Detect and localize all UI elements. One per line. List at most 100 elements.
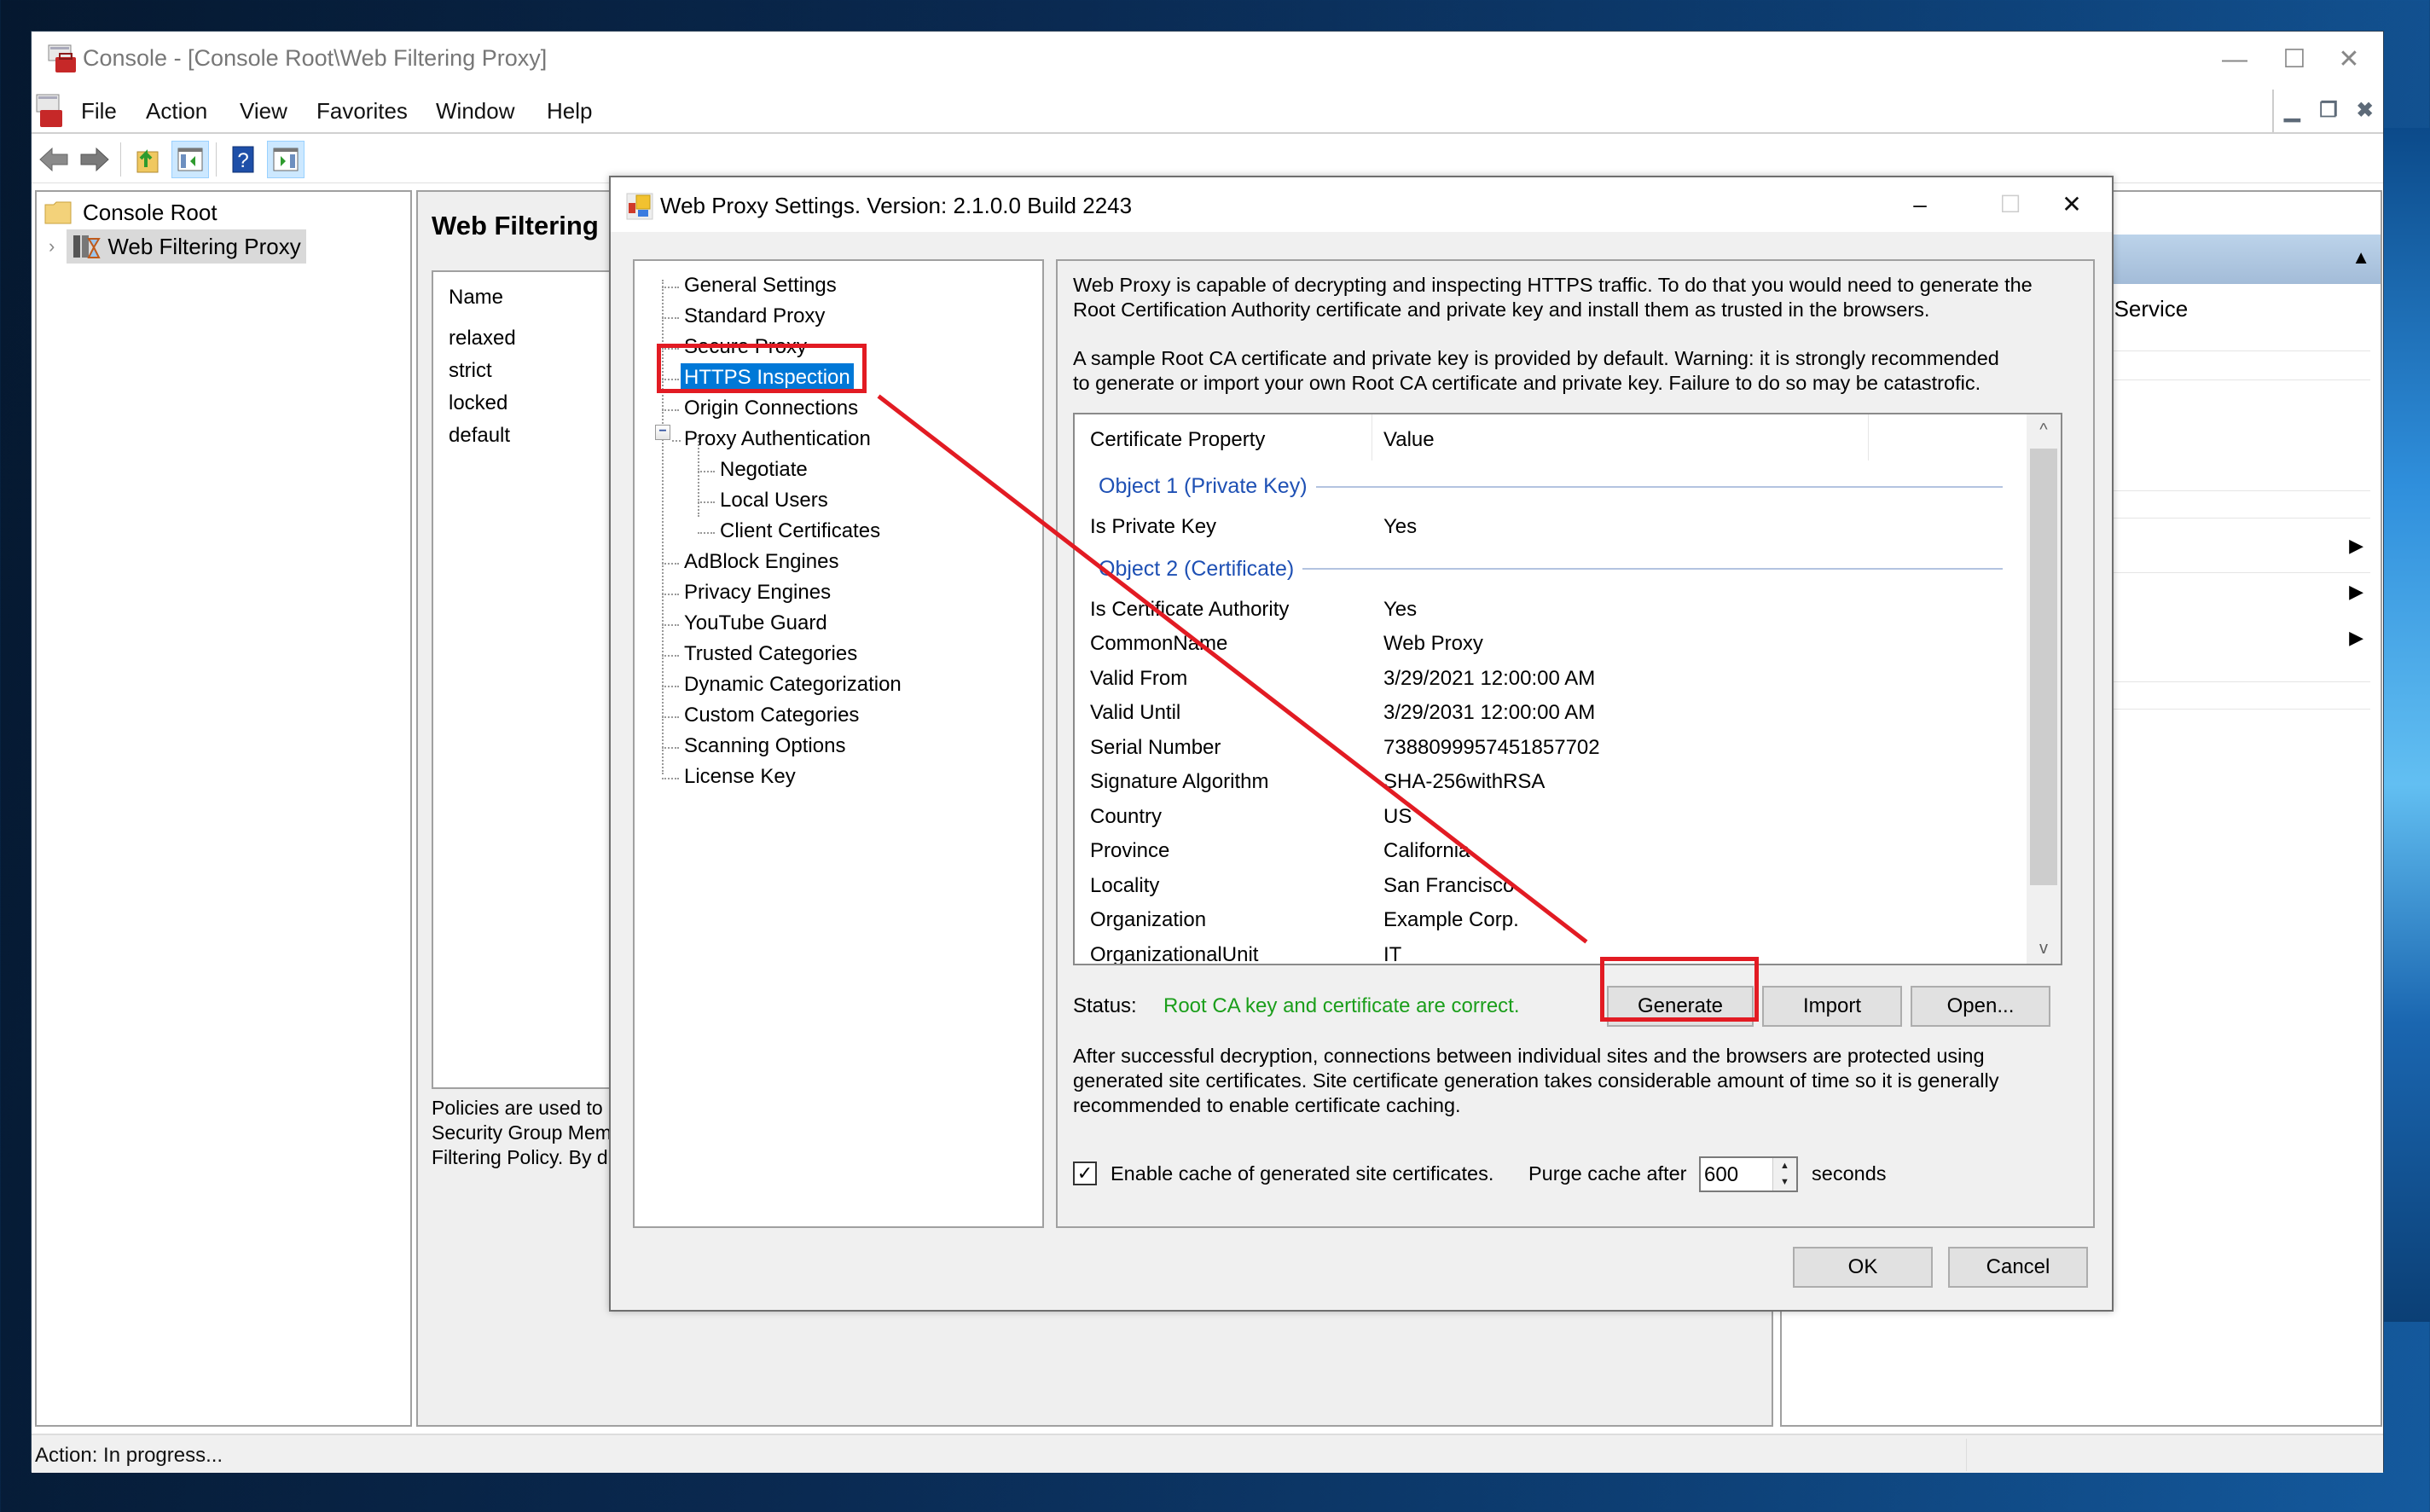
nav-item-youtube-guard[interactable]: YouTube Guard (681, 609, 831, 638)
nav-item-general-settings[interactable]: General Settings (681, 271, 840, 300)
column-header-value[interactable]: Value (1383, 428, 1435, 452)
property-cell: Country (1090, 804, 1163, 828)
nav-item-license-key[interactable]: License Key (681, 762, 799, 791)
minimize-button[interactable]: — (2201, 38, 2269, 81)
nav-item-secure-proxy[interactable]: Secure Proxy (681, 333, 810, 362)
dialog-minimize-button[interactable]: – (1890, 184, 1950, 225)
spin-down-icon[interactable]: ▼ (1772, 1174, 1796, 1190)
certificate-list-scrollbar[interactable]: ^ v (2027, 414, 2061, 964)
menu-view[interactable]: View (240, 98, 287, 125)
intro-text: Web Proxy is capable of decrypting and i… (1073, 273, 2033, 322)
action-item[interactable]: ly (2082, 325, 2430, 351)
value-cell: US (1383, 804, 1412, 828)
tree-item-console-root[interactable]: Console Root (43, 195, 217, 229)
enable-cache-label[interactable]: Enable cache of generated site certifica… (1111, 1162, 1493, 1186)
scroll-up-icon[interactable]: ^ (2027, 414, 2061, 445)
column-header-property[interactable]: Certificate Property (1090, 428, 1265, 452)
ok-button[interactable]: OK (1793, 1247, 1933, 1288)
menu-favorites[interactable]: Favorites (316, 98, 408, 125)
cancel-button[interactable]: Cancel (1948, 1247, 2088, 1288)
purge-seconds-input[interactable] (1704, 1162, 1769, 1189)
menu-help[interactable]: Help (547, 98, 592, 125)
mdi-restore-button[interactable]: ❐ (2311, 90, 2347, 132)
console-menu-icon[interactable] (35, 93, 66, 129)
policy-row[interactable]: default (449, 424, 510, 448)
nav-item-adblock-engines[interactable]: AdBlock Engines (681, 547, 842, 576)
dialog-title-bar: Web Proxy Settings. Version: 2.1.0.0 Bui… (611, 177, 2112, 232)
collapse-up-icon[interactable]: ▲ (2352, 246, 2370, 269)
mdi-minimize-button[interactable]: ▁ (2274, 90, 2311, 132)
tree-connector (698, 532, 715, 534)
certificate-properties-list[interactable]: Certificate Property Value Object 1 (Pri… (1073, 413, 2062, 965)
policy-row[interactable]: strict (449, 359, 492, 383)
nav-item-dynamic-categorization[interactable]: Dynamic Categorization (681, 670, 905, 699)
property-cell: Organization (1090, 908, 1207, 931)
value-cell: 7388099957451857702 (1383, 735, 1600, 759)
nav-item-origin-connections[interactable]: Origin Connections (681, 394, 861, 423)
help-button[interactable]: ? (224, 141, 262, 178)
nav-item-scanning-options[interactable]: Scanning Options (681, 732, 849, 761)
dialog-close-button[interactable]: ✕ (2042, 184, 2102, 225)
server-hourglass-icon (73, 235, 101, 258)
cache-line: After successful decryption, connections… (1073, 1045, 1985, 1067)
up-one-level-button[interactable] (129, 141, 166, 178)
scrollbar-thumb[interactable] (2030, 449, 2057, 885)
cache-description: After successful decryption, connections… (1073, 1044, 1999, 1118)
menu-window[interactable]: Window (436, 98, 514, 125)
show-hide-action-pane-button[interactable] (267, 141, 304, 178)
back-icon (39, 147, 68, 172)
nav-item-custom-categories[interactable]: Custom Categories (681, 701, 862, 730)
nav-item-privacy-engines[interactable]: Privacy Engines (681, 578, 834, 607)
property-cell: Serial Number (1090, 735, 1221, 759)
nav-item-client-certificates[interactable]: Client Certificates (716, 517, 884, 546)
action-restart-service[interactable]: art Service (2082, 296, 2430, 322)
generate-button[interactable]: Generate (1607, 986, 1754, 1027)
forward-button[interactable] (76, 141, 113, 178)
value-cell: IT (1383, 942, 1402, 965)
tree-connector (662, 686, 679, 687)
value-cell: SHA-256withRSA (1383, 770, 1546, 793)
nav-item-proxy-authentication[interactable]: Proxy Authentication (681, 425, 874, 454)
property-cell: Province (1090, 839, 1170, 862)
submenu-arrow-icon[interactable]: ▶ (2349, 535, 2363, 557)
submenu-arrow-icon[interactable]: ▶ (2349, 627, 2363, 649)
tree-connector (662, 379, 679, 380)
chevron-right-icon[interactable]: › (49, 235, 55, 258)
back-button[interactable] (35, 141, 72, 178)
policy-row[interactable]: locked (449, 391, 507, 415)
submenu-arrow-icon[interactable]: ▶ (2349, 581, 2363, 603)
open-button[interactable]: Open... (1911, 986, 2050, 1027)
spin-up-icon[interactable]: ▲ (1772, 1158, 1796, 1174)
nav-item-local-users[interactable]: Local Users (716, 486, 832, 515)
close-button[interactable]: ✕ (2315, 38, 2383, 81)
tree-connector (662, 287, 679, 288)
column-header-name[interactable]: Name (449, 286, 503, 310)
nav-item-trusted-categories[interactable]: Trusted Categories (681, 640, 861, 669)
collapse-minus-icon[interactable]: − (655, 425, 670, 440)
value-cell: California (1383, 839, 1470, 862)
purge-seconds-spinner[interactable]: ▲ ▼ (1699, 1156, 1798, 1192)
policy-row[interactable]: relaxed (449, 327, 516, 350)
tree-connector (662, 716, 679, 718)
scroll-down-icon[interactable]: v (2027, 933, 2061, 964)
menu-bar: File Action View Favorites Window Help ▁… (32, 90, 2383, 134)
column-separator[interactable] (1868, 414, 1869, 461)
nav-item-https-inspection[interactable]: HTTPS Inspection (681, 363, 854, 392)
enable-cache-checkbox[interactable]: ✓ (1073, 1162, 1097, 1185)
purge-unit-label: seconds (1812, 1162, 1887, 1185)
show-hide-tree-button[interactable] (171, 141, 209, 178)
import-button[interactable]: Import (1762, 986, 1902, 1027)
mdi-close-button[interactable]: ✖ (2346, 90, 2383, 132)
menu-file[interactable]: File (81, 98, 117, 125)
https-inspection-panel: Web Proxy is capable of decrypting and i… (1056, 259, 2095, 1228)
cache-line: generated site certificates. Site certif… (1073, 1069, 1999, 1092)
console-tree-pane: Console Root › Web Filtering Proxy (35, 190, 412, 1427)
nav-item-standard-proxy[interactable]: Standard Proxy (681, 302, 828, 331)
menu-action[interactable]: Action (146, 98, 207, 125)
property-cell: OrganizationalUnit (1090, 942, 1259, 965)
tree-item-web-filtering-proxy[interactable]: › Web Filtering Proxy (49, 229, 306, 264)
console-app-icon (48, 44, 76, 72)
tree-connector (662, 563, 679, 565)
window-title: Console - [Console Root\Web Filtering Pr… (83, 45, 548, 71)
nav-item-negotiate[interactable]: Negotiate (716, 455, 811, 484)
